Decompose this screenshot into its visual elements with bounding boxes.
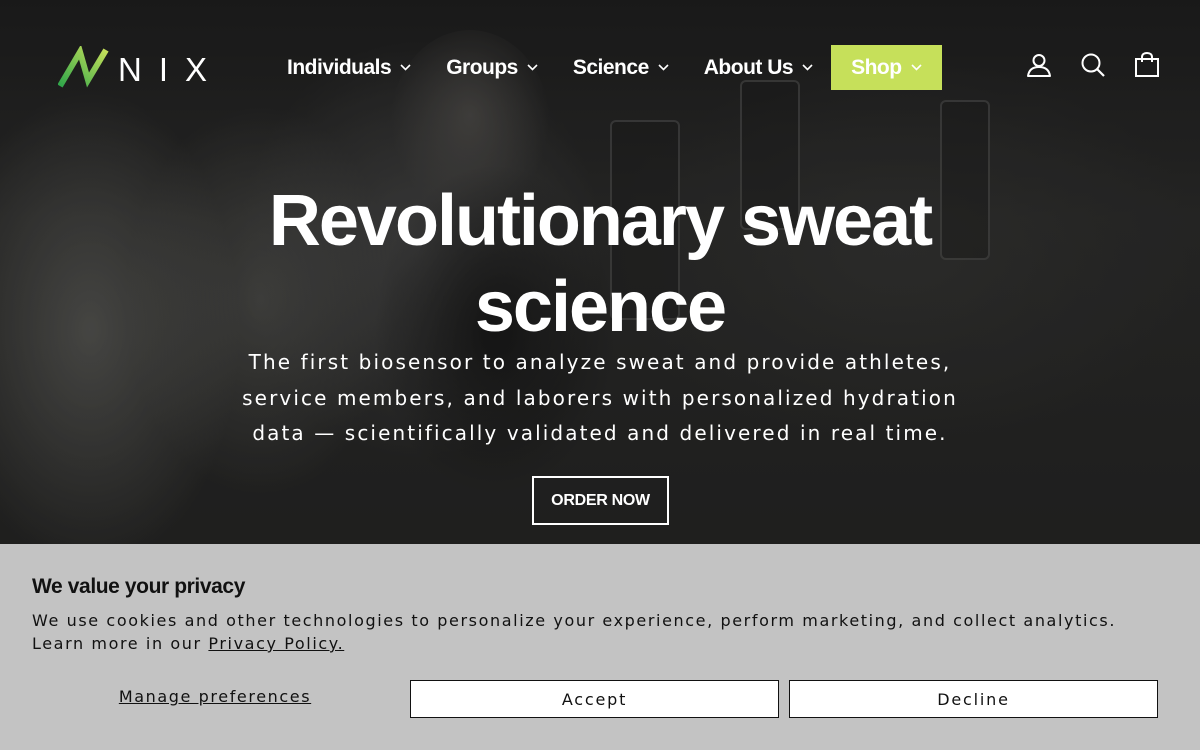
chevron-down-icon (527, 64, 538, 71)
cookie-text-prefix: Learn more in our (32, 634, 209, 653)
hero-title-line: science (474, 267, 727, 347)
nav-item-shop[interactable]: Shop (831, 45, 942, 90)
cookie-banner: We value your privacy We use cookies and… (0, 544, 1200, 750)
hero-title: Revolutionary sweat science (200, 178, 1000, 350)
nav-item-label: About Us (703, 55, 794, 79)
hero-subtitle: The first biosensor to analyze sweat and… (210, 345, 990, 452)
decline-button[interactable]: Decline (789, 680, 1158, 718)
cart-icon[interactable] (1134, 52, 1160, 78)
cookie-text-line: We use cookies and other technologies to… (32, 611, 1117, 630)
chevron-down-icon (802, 64, 813, 71)
account-icon[interactable] (1026, 52, 1052, 78)
manage-preferences-link[interactable]: Manage preferences (32, 687, 398, 706)
chevron-down-icon (658, 64, 669, 71)
nav-item-science[interactable]: Science (556, 45, 687, 90)
order-now-button[interactable]: ORDER NOW (532, 476, 669, 525)
nav-item-about-us[interactable]: About Us (687, 45, 831, 90)
nav-item-label: Groups (446, 55, 518, 79)
logo-mark-icon (58, 46, 109, 88)
chevron-down-icon (400, 64, 411, 71)
privacy-policy-link[interactable]: Privacy Policy. (208, 634, 344, 653)
logo-text: NIX (118, 50, 225, 88)
nav-item-groups[interactable]: Groups (429, 45, 556, 90)
hero-subtitle-line: service members, and laborers with perso… (242, 385, 958, 410)
hero-title-line: Revolutionary sweat (268, 181, 933, 261)
hero-subtitle-line: data — scientifically validated and deli… (252, 421, 948, 445)
chevron-down-icon (911, 64, 922, 71)
nav-item-individuals[interactable]: Individuals (270, 45, 429, 90)
hero-subtitle-line: The first biosensor to analyze sweat and… (248, 350, 952, 374)
accept-button[interactable]: Accept (410, 680, 779, 718)
nav-item-label: Shop (851, 55, 902, 79)
nav-item-label: Science (572, 55, 649, 79)
logo[interactable]: NIX (58, 46, 224, 92)
search-icon[interactable] (1080, 52, 1106, 78)
header-icons (1026, 52, 1160, 78)
cookie-text: We use cookies and other technologies to… (32, 609, 1172, 655)
nav-item-label: Individuals (287, 55, 392, 79)
main-nav: Individuals Groups Science About Us Shop (270, 45, 942, 90)
cookie-title: We value your privacy (32, 575, 245, 598)
